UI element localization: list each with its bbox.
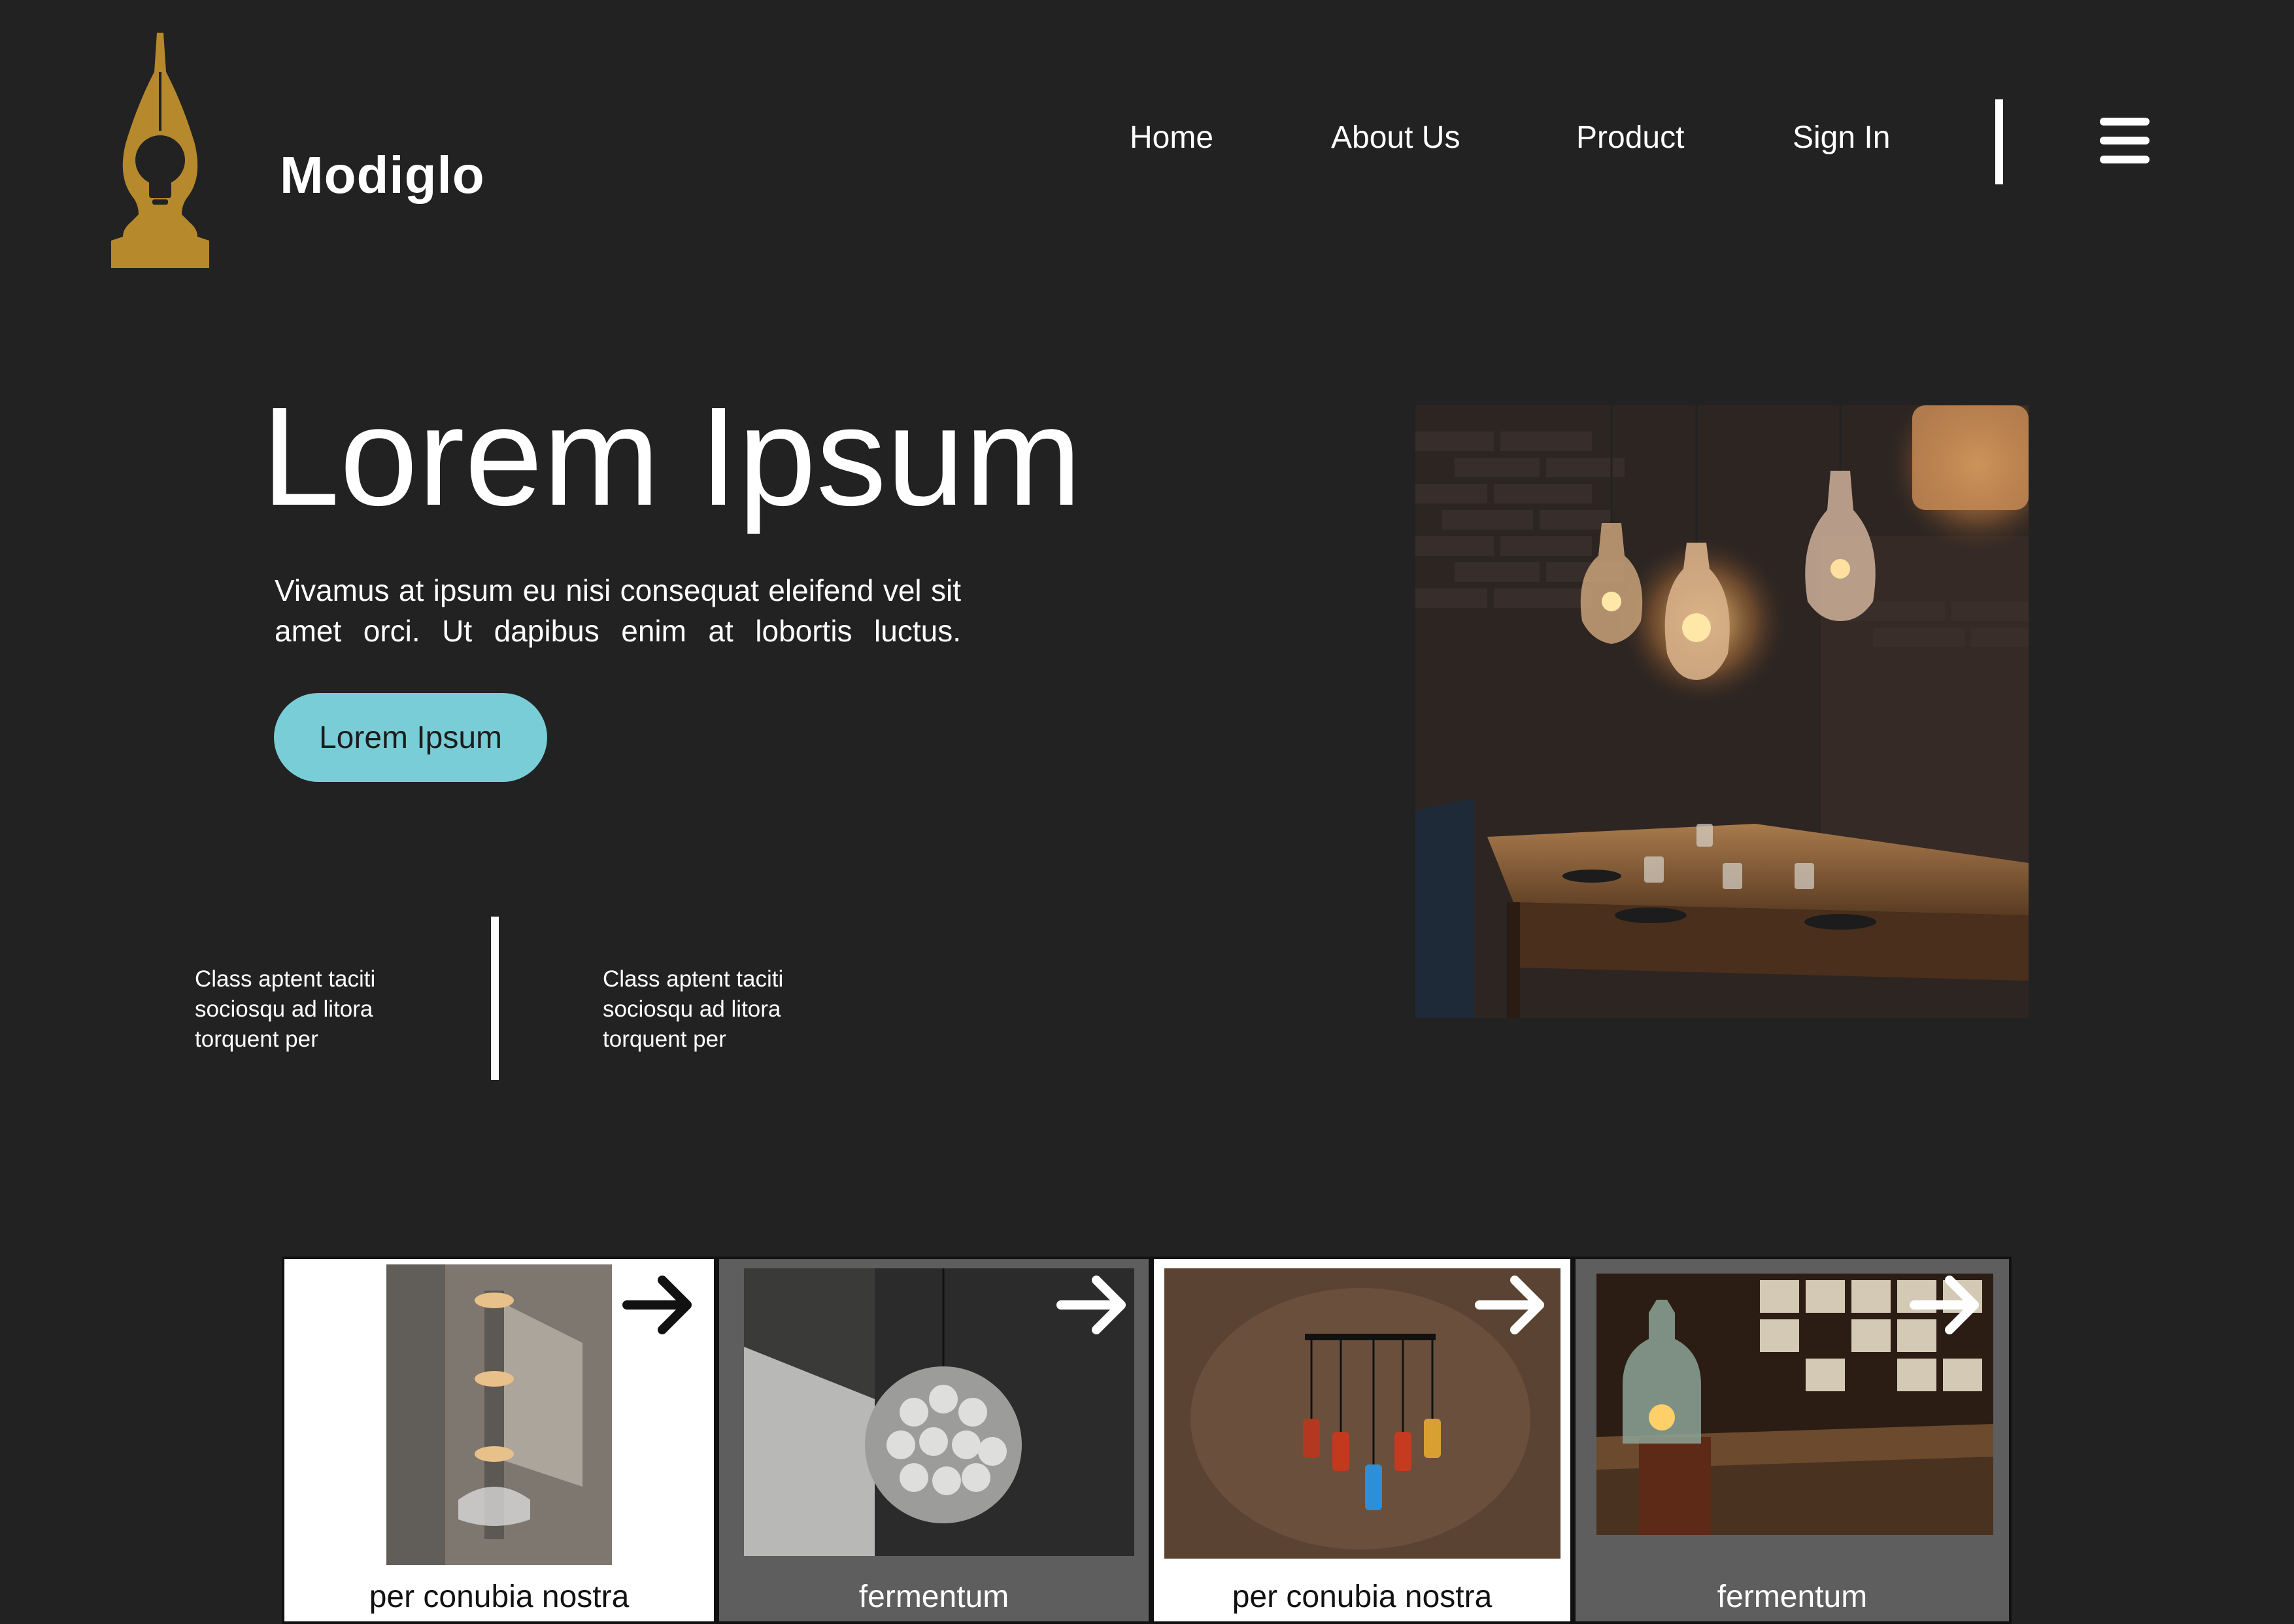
nav-sign-in[interactable]: Sign In — [1793, 120, 1890, 156]
hero-stat-1: Class aptent taciti sociosqu ad litora t… — [195, 966, 376, 1052]
nav-product[interactable]: Product — [1576, 120, 1684, 156]
hero-title: Lorem Ipsum — [261, 377, 1082, 535]
nav-home[interactable]: Home — [1130, 120, 1213, 156]
card-caption: per conubia nostra — [369, 1580, 630, 1614]
hamburger-menu-icon[interactable] — [2100, 118, 2150, 163]
product-card-2[interactable]: fermentum — [717, 1257, 1151, 1624]
card-caption: per conubia nostra — [1232, 1580, 1493, 1614]
arrow-right-icon[interactable] — [622, 1272, 700, 1338]
hero-stat-2: Class aptent taciti sociosqu ad litora t… — [603, 966, 784, 1052]
product-card-1[interactable]: per conubia nostra — [282, 1257, 717, 1624]
pen-nib-bulb-icon[interactable] — [111, 33, 209, 268]
nav-divider — [1995, 99, 2003, 184]
arrow-right-icon[interactable] — [1056, 1272, 1134, 1338]
stat-divider — [491, 917, 499, 1080]
arrow-right-icon[interactable] — [1909, 1272, 1987, 1338]
card-1-image — [386, 1264, 612, 1565]
product-cards: per conubia nostra fermentum per conubia… — [282, 1257, 2012, 1624]
card-caption: fermentum — [1717, 1580, 1868, 1614]
hero-image — [1415, 405, 2029, 1018]
hero-description: Vivamus at ipsum eu nisi consequat eleif… — [275, 573, 961, 648]
product-card-4[interactable]: fermentum — [1573, 1257, 2012, 1624]
arrow-right-icon[interactable] — [1474, 1272, 1553, 1338]
product-card-3[interactable]: per conubia nostra — [1151, 1257, 1573, 1624]
hero-cta-button[interactable]: Lorem Ipsum — [274, 693, 547, 782]
nav-about-us[interactable]: About Us — [1331, 120, 1460, 156]
card-caption: fermentum — [858, 1580, 1009, 1614]
brand-name[interactable]: Modiglo — [280, 145, 485, 205]
